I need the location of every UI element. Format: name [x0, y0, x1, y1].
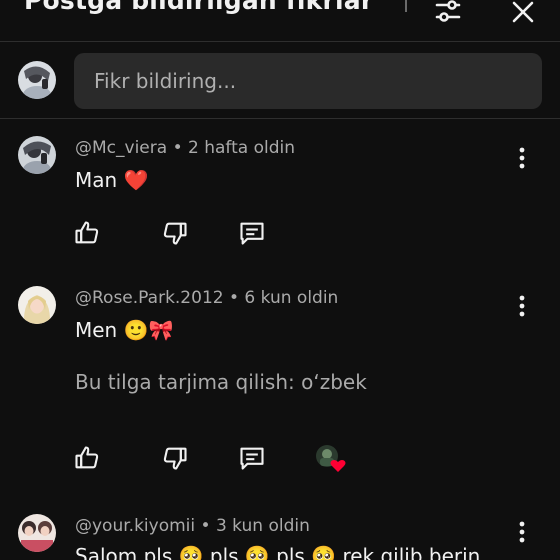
comment-text: Men 🙂🎀	[75, 318, 173, 342]
creator-heart-badge	[316, 444, 348, 474]
comment-composer	[0, 43, 560, 119]
comment-text: Salom pls 🥺 pls 🥺 pls 🥺 rek qilib berin	[75, 544, 481, 560]
sort-filter-button[interactable]	[430, 0, 466, 30]
more-vertical-icon	[519, 521, 525, 543]
heart-emoji: ❤️	[123, 168, 149, 192]
comment-timestamp: 2 hafta oldin	[188, 138, 296, 158]
comment-input[interactable]	[74, 53, 542, 109]
dislike-button[interactable]	[160, 443, 190, 473]
meta-separator: •	[200, 516, 216, 536]
author-handle[interactable]: @Mc_viera	[75, 138, 167, 158]
comment-item: @Mc_viera • 2 hafta oldin Man ❤️	[0, 120, 560, 268]
author-avatar[interactable]	[18, 136, 56, 174]
comment-meta: @Mc_viera • 2 hafta oldin	[75, 138, 295, 158]
current-user-avatar	[18, 61, 56, 99]
dislike-button[interactable]	[160, 218, 190, 248]
thumbs-down-icon	[163, 222, 187, 245]
like-button[interactable]	[72, 218, 102, 248]
page-title: Postga bildirilgan fikrlar	[24, 0, 374, 15]
comment-timestamp: 6 kun oldin	[244, 288, 339, 308]
comment-emoji: 🙂🎀	[123, 318, 174, 342]
comment-text-main: Men	[75, 318, 118, 342]
comment-meta: @your.kiyomii • 3 kun oldin	[75, 516, 310, 536]
comment-timestamp: 3 kun oldin	[215, 516, 310, 536]
more-options-button[interactable]	[510, 520, 534, 544]
reply-button[interactable]	[237, 218, 267, 248]
thumbs-down-icon	[163, 447, 187, 470]
comments-header: Postga bildirilgan fikrlar	[0, 0, 560, 42]
comment-item: @your.kiyomii • 3 kun oldin Salom pls 🥺 …	[0, 500, 560, 560]
translate-link[interactable]: Bu tilga tarjima qilish: o‘zbek	[75, 370, 367, 394]
close-button[interactable]	[505, 0, 541, 30]
thumbs-up-icon	[75, 446, 99, 469]
author-avatar[interactable]	[18, 286, 56, 324]
comment-text-main: Man	[75, 168, 118, 192]
comment-meta: @Rose.Park.2012 • 6 kun oldin	[75, 288, 338, 308]
reply-comment-icon	[240, 447, 264, 470]
author-handle[interactable]: @Rose.Park.2012	[75, 288, 224, 308]
comment-text: Man ❤️	[75, 168, 148, 192]
header-divider	[405, 0, 407, 12]
more-vertical-icon	[519, 147, 525, 169]
meta-separator: •	[172, 138, 189, 158]
thumbs-up-icon	[75, 221, 99, 244]
more-options-button[interactable]	[510, 146, 534, 170]
reply-button[interactable]	[237, 443, 267, 473]
reply-comment-icon	[240, 222, 264, 245]
more-options-button[interactable]	[510, 294, 534, 318]
author-handle[interactable]: @your.kiyomii	[75, 516, 195, 536]
heart-icon	[330, 460, 346, 472]
close-icon	[512, 1, 534, 23]
more-vertical-icon	[519, 295, 525, 317]
author-avatar[interactable]	[18, 514, 56, 552]
comment-item: @Rose.Park.2012 • 6 kun oldin Men 🙂🎀 Bu …	[0, 270, 560, 500]
meta-separator: •	[228, 288, 245, 308]
sliders-icon	[435, 0, 461, 22]
like-button[interactable]	[72, 443, 102, 473]
